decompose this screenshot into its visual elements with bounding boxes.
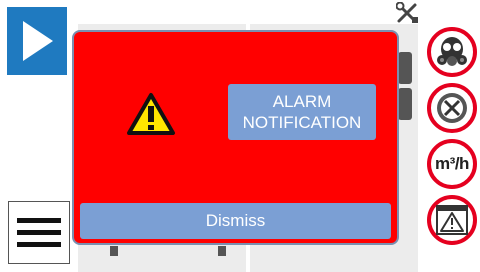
alarm-notification-label: ALARM NOTIFICATION xyxy=(228,84,376,140)
alarm-button[interactable] xyxy=(427,195,477,245)
alarm-warning-icon xyxy=(436,205,468,235)
menu-icon xyxy=(17,218,61,223)
flow-rate-icon: m³/h xyxy=(435,154,469,173)
menu-button[interactable] xyxy=(8,201,70,264)
alarm-title-line1: ALARM xyxy=(272,92,332,111)
menu-icon-bar xyxy=(17,242,61,247)
play-button[interactable] xyxy=(7,7,67,75)
alarm-title-line2: NOTIFICATION xyxy=(242,113,362,132)
dismiss-button[interactable]: Dismiss xyxy=(80,203,391,239)
gas-mask-button[interactable] xyxy=(427,27,477,77)
background-tab xyxy=(398,88,412,120)
gas-mask-icon xyxy=(437,37,467,66)
background-tab xyxy=(398,52,412,84)
screen: m³/h ALARM NOTIFICATION Dismiss xyxy=(0,0,480,272)
warning-icon xyxy=(127,93,175,135)
tools-icon[interactable] xyxy=(396,2,420,24)
flow-rate-button[interactable]: m³/h xyxy=(427,139,477,189)
fan-stop-button[interactable] xyxy=(427,83,477,133)
background-foot xyxy=(110,246,118,256)
play-icon xyxy=(23,21,53,61)
fan-stop-icon xyxy=(437,93,467,123)
menu-icon-bar xyxy=(17,230,61,235)
background-foot xyxy=(218,246,226,256)
alarm-dialog: ALARM NOTIFICATION Dismiss xyxy=(72,30,399,245)
